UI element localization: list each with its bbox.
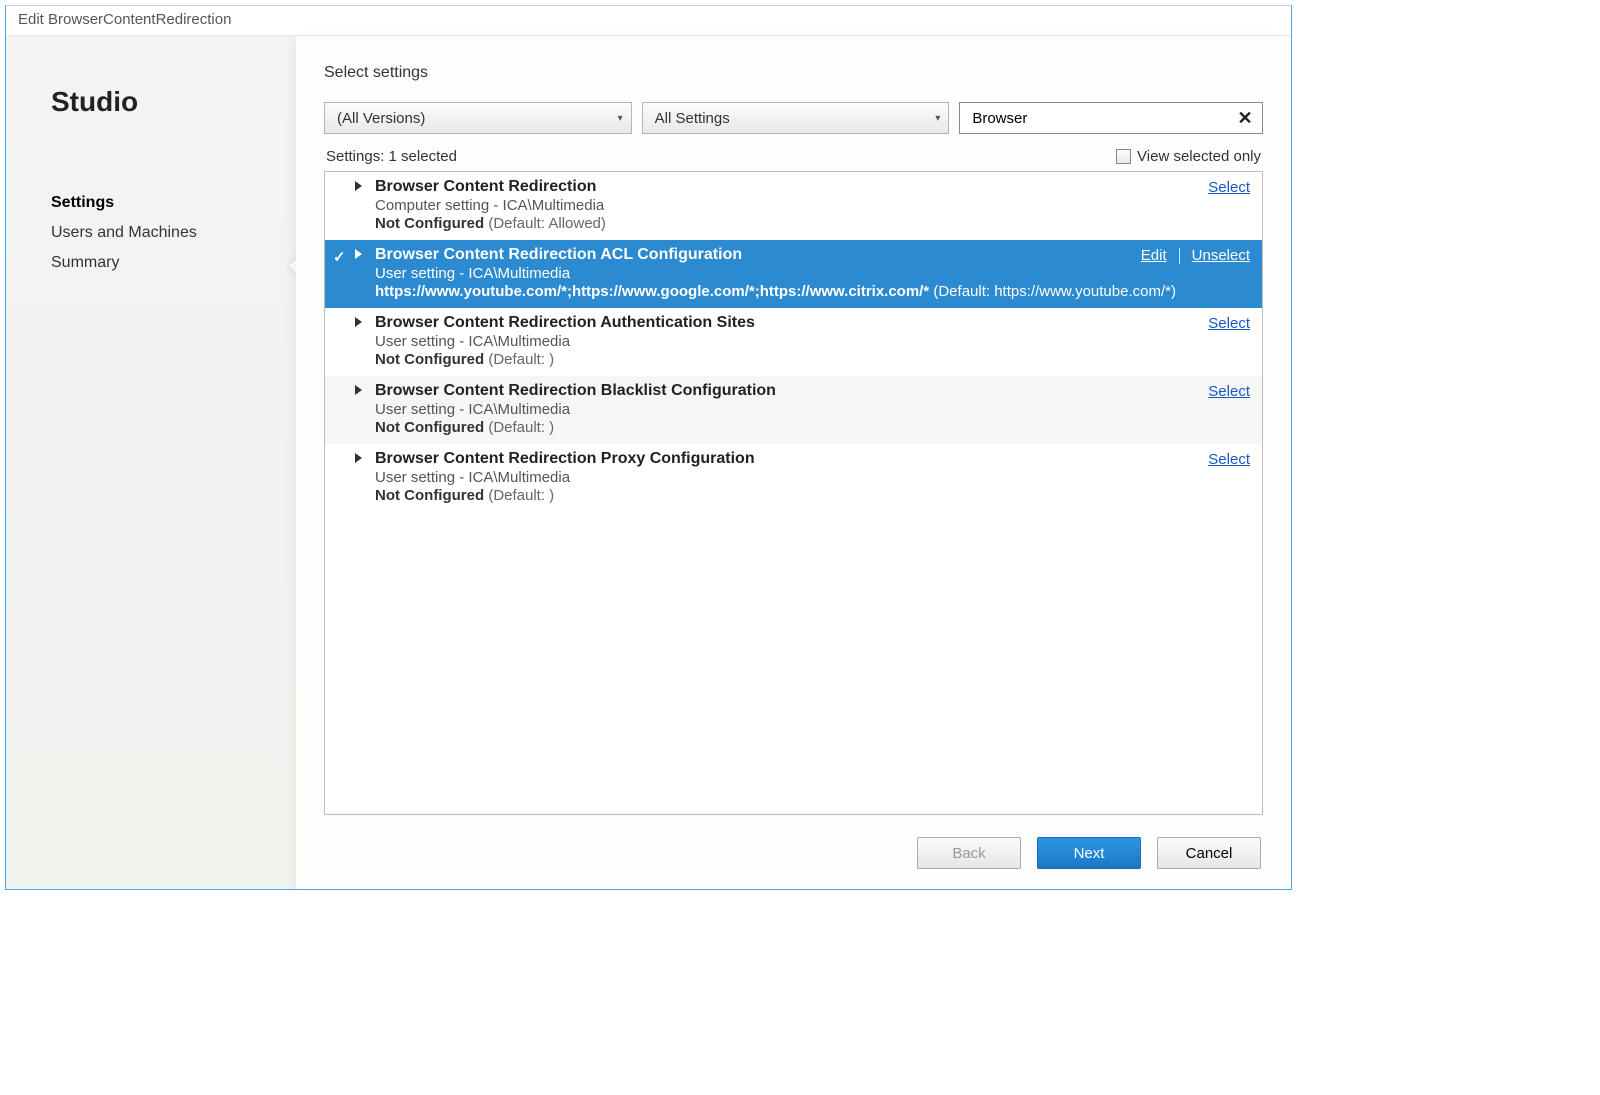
setting-status: Not Configured (Default: ) (375, 419, 1252, 436)
select-link[interactable]: Select (1208, 315, 1250, 332)
setting-title: Browser Content Redirection ACL Configur… (375, 246, 1252, 264)
scope-dropdown-label: All Settings (655, 110, 730, 127)
setting-row[interactable]: Browser Content Redirection Authenticati… (325, 308, 1262, 376)
sidebar-step[interactable]: Settings (51, 188, 296, 218)
search-input[interactable] (970, 109, 1234, 128)
expand-caret-icon[interactable] (355, 317, 362, 327)
next-button[interactable]: Next (1037, 837, 1141, 869)
check-icon: ✓ (333, 248, 346, 266)
row-actions: Select (1208, 451, 1250, 468)
row-actions: Select (1208, 315, 1250, 332)
setting-row[interactable]: Browser Content Redirection Blacklist Co… (325, 376, 1262, 444)
sidebar-step[interactable]: Users and Machines (51, 218, 296, 248)
back-button[interactable]: Back (917, 837, 1021, 869)
setting-status: Not Configured (Default: ) (375, 351, 1252, 368)
clear-search-icon[interactable]: ✕ (1234, 107, 1256, 129)
sidebar-step[interactable]: Summary (51, 248, 296, 278)
setting-row[interactable]: Browser Content Redirection Proxy Config… (325, 444, 1262, 512)
setting-status: https://www.youtube.com/*;https://www.go… (375, 283, 1252, 300)
setting-status: Not Configured (Default: Allowed) (375, 215, 1252, 232)
section-title: Select settings (324, 64, 1263, 82)
versions-dropdown-label: (All Versions) (337, 110, 425, 127)
select-link[interactable]: Select (1208, 383, 1250, 400)
dialog-window: Edit BrowserContentRedirection Studio Se… (5, 5, 1292, 890)
setting-title: Browser Content Redirection Blacklist Co… (375, 382, 1252, 400)
edit-link[interactable]: Edit (1141, 247, 1167, 264)
expand-caret-icon[interactable] (355, 181, 362, 191)
view-selected-only-label: View selected only (1137, 148, 1261, 165)
setting-path: User setting - ICA\Multimedia (375, 333, 1252, 350)
window-title: Edit BrowserContentRedirection (6, 6, 1291, 36)
expand-caret-icon[interactable] (355, 453, 362, 463)
setting-title: Browser Content Redirection Authenticati… (375, 314, 1252, 332)
unselect-link[interactable]: Unselect (1192, 247, 1250, 264)
row-actions: Select (1208, 383, 1250, 400)
main-panel: Select settings (All Versions) ▾ All Set… (296, 36, 1291, 889)
setting-title: Browser Content Redirection Proxy Config… (375, 450, 1252, 468)
setting-title: Browser Content Redirection (375, 178, 1252, 196)
sidebar: Studio SettingsUsers and MachinesSummary (6, 36, 296, 889)
select-link[interactable]: Select (1208, 179, 1250, 196)
versions-dropdown[interactable]: (All Versions) ▾ (324, 102, 632, 134)
settings-label: Settings: (326, 148, 384, 165)
setting-path: Computer setting - ICA\Multimedia (375, 197, 1252, 214)
cancel-button[interactable]: Cancel (1157, 837, 1261, 869)
search-box: ✕ (959, 102, 1263, 134)
scope-dropdown[interactable]: All Settings ▾ (642, 102, 950, 134)
chevron-down-icon: ▾ (618, 113, 623, 124)
filter-row: (All Versions) ▾ All Settings ▾ ✕ (324, 102, 1263, 134)
row-actions: Select (1208, 179, 1250, 196)
expand-caret-icon[interactable] (355, 385, 362, 395)
settings-list: Browser Content RedirectionComputer sett… (324, 171, 1263, 815)
row-actions: Edit Unselect (1141, 247, 1250, 264)
action-separator (1179, 248, 1180, 264)
setting-path: User setting - ICA\Multimedia (375, 401, 1252, 418)
select-link[interactable]: Select (1208, 451, 1250, 468)
app-name: Studio (51, 86, 296, 118)
setting-path: User setting - ICA\Multimedia (375, 265, 1252, 282)
body: Studio SettingsUsers and MachinesSummary… (6, 36, 1291, 889)
view-selected-only-toggle[interactable]: View selected only (1116, 148, 1261, 165)
setting-row[interactable]: Browser Content RedirectionComputer sett… (325, 172, 1262, 240)
setting-row[interactable]: ✓ Browser Content Redirection ACL Configu… (325, 240, 1262, 308)
checkbox-icon (1116, 149, 1131, 164)
setting-status: Not Configured (Default: ) (375, 487, 1252, 504)
wizard-footer: Back Next Cancel (324, 815, 1263, 869)
settings-count: 1 selected (389, 148, 457, 165)
expand-caret-icon[interactable] (355, 249, 362, 259)
chevron-down-icon: ▾ (935, 113, 940, 124)
settings-bar: Settings: 1 selected View selected only (324, 148, 1263, 165)
setting-path: User setting - ICA\Multimedia (375, 469, 1252, 486)
